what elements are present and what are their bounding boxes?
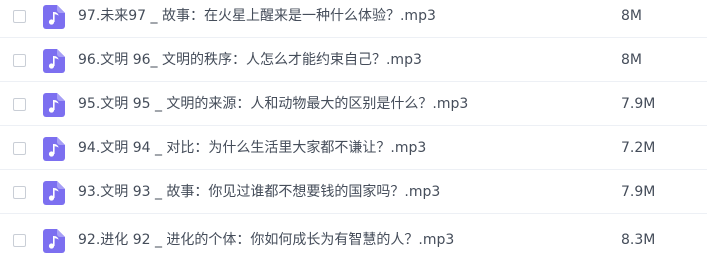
file-row[interactable]: 94.文明 94 _ 对比：为什么生活里大家都不谦让？.mp3 7.2M [0,126,707,170]
file-name[interactable]: 97.未来97 _ 故事：在火星上醒来是一种什么体验？.mp3 [78,7,436,25]
file-row[interactable]: 93.文明 93 _ 故事：你见过谁都不想要钱的国家吗？.mp3 7.9M [0,170,707,214]
row-checkbox[interactable] [13,186,26,199]
file-name[interactable]: 95.文明 95 _ 文明的来源：人和动物最大的区别是什么？.mp3 [78,95,468,113]
music-note-icon [43,5,65,29]
file-size: 8.3M [621,232,656,248]
row-checkbox[interactable] [13,142,26,155]
file-row[interactable]: 97.未来97 _ 故事：在火星上醒来是一种什么体验？.mp3 8M [0,0,707,38]
file-name[interactable]: 96.文明 96_ 文明的秩序：人怎么才能约束自己？.mp3 [78,51,422,69]
music-note-icon [43,49,65,73]
file-name[interactable]: 93.文明 93 _ 故事：你见过谁都不想要钱的国家吗？.mp3 [78,183,440,201]
file-size: 8M [621,52,642,68]
file-size: 7.2M [621,140,656,156]
row-checkbox[interactable] [13,234,26,247]
file-list: 97.未来97 _ 故事：在火星上醒来是一种什么体验？.mp3 8M 96.文明… [0,0,707,258]
row-checkbox[interactable] [13,10,26,23]
music-note-icon [43,229,65,253]
row-checkbox[interactable] [13,98,26,111]
music-note-icon [43,93,65,117]
file-name[interactable]: 92.进化 92 _ 进化的个体：你如何成长为有智慧的人？.mp3 [78,231,454,249]
file-size: 7.9M [621,184,656,200]
row-checkbox[interactable] [13,54,26,67]
file-row[interactable]: 96.文明 96_ 文明的秩序：人怎么才能约束自己？.mp3 8M [0,38,707,82]
file-name[interactable]: 94.文明 94 _ 对比：为什么生活里大家都不谦让？.mp3 [78,139,426,157]
file-row[interactable]: 92.进化 92 _ 进化的个体：你如何成长为有智慧的人？.mp3 8.3M [0,214,707,258]
music-note-icon [43,137,65,161]
music-note-icon [43,181,65,205]
file-size: 7.9M [621,96,656,112]
file-row[interactable]: 95.文明 95 _ 文明的来源：人和动物最大的区别是什么？.mp3 7.9M [0,82,707,126]
file-size: 8M [621,8,642,24]
